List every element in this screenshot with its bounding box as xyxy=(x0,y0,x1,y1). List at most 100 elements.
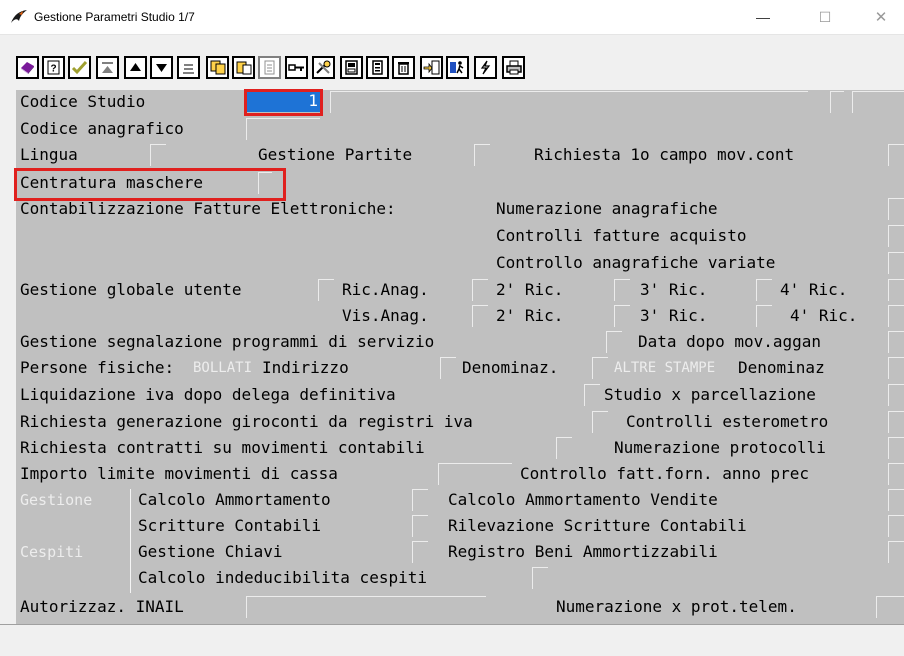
studio-parcellazione-field[interactable] xyxy=(888,384,904,406)
help-button[interactable]: ? xyxy=(42,56,65,79)
numerazione-protocolli-label: Numerazione protocolli xyxy=(614,438,826,457)
previous-record-button[interactable] xyxy=(124,56,147,79)
run-button[interactable] xyxy=(446,56,469,79)
rilevazione-scritture-field[interactable] xyxy=(888,515,904,537)
export-icon xyxy=(423,60,440,75)
calcolo-indeducibilita-field[interactable] xyxy=(532,567,548,589)
richiesta-giroconti-field[interactable] xyxy=(592,411,608,433)
gestione-segnalazione-field[interactable] xyxy=(606,331,622,353)
calcolo-ammortamento-field[interactable] xyxy=(412,489,428,511)
tools-button[interactable] xyxy=(312,56,335,79)
controlli-esterometro-field[interactable] xyxy=(888,411,904,433)
close-button[interactable]: ✕ xyxy=(858,0,904,34)
registro-beni-field[interactable] xyxy=(888,541,904,563)
altre-stampe-label: ALTRE STAMPE xyxy=(614,360,716,376)
vis-4-label: 4' Ric. xyxy=(790,306,858,325)
studio-parcellazione-label: Studio x parcellazione xyxy=(604,385,816,404)
paste-icon xyxy=(236,61,251,75)
codice-anagrafico-input[interactable] xyxy=(246,118,320,140)
key-icon xyxy=(288,64,304,71)
copy-button[interactable] xyxy=(206,56,229,79)
maximize-button[interactable]: ☐ xyxy=(802,0,848,34)
print-button[interactable] xyxy=(502,56,525,79)
vis-anag-field[interactable] xyxy=(472,305,488,327)
codice-anagrafico-label: Codice anagrafico xyxy=(20,119,184,138)
centratura-maschere-field[interactable] xyxy=(258,172,272,194)
ric-anag-field[interactable] xyxy=(472,279,488,301)
ric-4-field[interactable] xyxy=(888,279,904,301)
controllo-fatt-forn-label: Controllo fatt.forn. anno prec xyxy=(520,464,809,483)
denominaz-2-field[interactable] xyxy=(888,357,904,379)
last-icon xyxy=(183,64,194,74)
paste-button[interactable] xyxy=(232,56,255,79)
document-icon xyxy=(264,60,275,75)
first-record-button[interactable] xyxy=(96,56,119,79)
key-button[interactable] xyxy=(285,56,308,79)
data-dopo-mov-field[interactable] xyxy=(888,331,904,353)
lingua-field[interactable] xyxy=(150,144,166,166)
ric-4-label: 4' Ric. xyxy=(780,280,848,299)
numerazione-prot-telem-field[interactable] xyxy=(876,596,904,618)
ric-3-label: 3' Ric. xyxy=(640,280,708,299)
export-button[interactable] xyxy=(420,56,443,79)
numerazione-protocolli-field[interactable] xyxy=(888,437,904,459)
controllo-anagrafiche-variate-field[interactable] xyxy=(888,252,904,274)
numerazione-anagrafiche-label: Numerazione anagrafiche xyxy=(496,199,718,218)
richiesta-primo-campo-field[interactable] xyxy=(888,144,904,166)
lightning-button[interactable] xyxy=(474,56,497,79)
vis-2-field[interactable] xyxy=(614,305,630,327)
richiesta-contratti-field[interactable] xyxy=(556,437,572,459)
liquidazione-iva-label: Liquidazione iva dopo delega definitiva xyxy=(20,385,396,404)
richiesta-giroconti-label: Richiesta generazione giroconti da regis… xyxy=(20,412,473,431)
indirizzo-field[interactable] xyxy=(440,357,456,379)
vis-2-label: 2' Ric. xyxy=(496,306,564,325)
ric-2-label: 2' Ric. xyxy=(496,280,564,299)
importo-limite-input[interactable] xyxy=(438,463,512,485)
document-button[interactable] xyxy=(258,56,281,79)
numerazione-anagrafiche-field[interactable] xyxy=(888,198,904,220)
calculator-button[interactable] xyxy=(366,56,389,79)
gestione-side-label: Gestione xyxy=(20,491,93,509)
denominaz-field[interactable] xyxy=(592,357,608,379)
last-record-button[interactable] xyxy=(177,56,200,79)
liquidazione-iva-field[interactable] xyxy=(584,384,600,406)
trash-icon xyxy=(398,62,409,75)
numerazione-prot-telem-label: Numerazione x prot.telem. xyxy=(556,597,797,616)
scritture-contabili-label: Scritture Contabili xyxy=(138,516,322,535)
next-record-button[interactable] xyxy=(150,56,173,79)
autorizzaz-inail-label: Autorizzaz. INAIL xyxy=(20,597,184,616)
app-logo-icon xyxy=(11,10,27,23)
controllo-fatt-forn-field[interactable] xyxy=(888,463,904,485)
codice-studio-description-field[interactable] xyxy=(330,91,808,113)
vis-3-field[interactable] xyxy=(756,305,772,327)
controlli-fatture-acquisto-field[interactable] xyxy=(888,225,904,247)
ric-2-field[interactable] xyxy=(614,279,630,301)
tools-icon xyxy=(316,60,331,74)
minimize-button[interactable]: — xyxy=(740,0,786,34)
save-button[interactable] xyxy=(340,56,363,79)
calcolo-ammortamento-label: Calcolo Ammortamento xyxy=(138,490,331,509)
gestione-chiavi-field[interactable] xyxy=(412,541,428,563)
codice-studio-extra-field[interactable] xyxy=(852,91,904,113)
calcolo-indeducibilita-label: Calcolo indeducibilita cespiti xyxy=(138,568,427,587)
confirm-button[interactable] xyxy=(68,56,91,79)
scritture-contabili-field[interactable] xyxy=(412,515,428,537)
data-dopo-mov-label: Data dopo mov.aggan xyxy=(638,332,822,351)
controllo-anagrafiche-variate-label: Controllo anagrafiche variate xyxy=(496,253,776,272)
gestione-globale-utente-field[interactable] xyxy=(318,279,334,301)
title-bar: Gestione Parametri Studio 1/7 — ☐ ✕ xyxy=(0,0,904,35)
book-button[interactable] xyxy=(16,56,39,79)
richiesta-contratti-label: Richiesta contratti su movimenti contabi… xyxy=(20,438,425,457)
gestione-partite-field[interactable] xyxy=(474,144,490,166)
autorizzaz-inail-input[interactable] xyxy=(246,596,486,618)
codice-studio-flag-field[interactable] xyxy=(830,91,844,113)
ric-3-field[interactable] xyxy=(756,279,772,301)
window-title: Gestione Parametri Studio 1/7 xyxy=(34,10,195,24)
delete-button[interactable] xyxy=(392,56,415,79)
cespiti-separator xyxy=(130,489,131,593)
controlli-fatture-acquisto-label: Controlli fatture acquisto xyxy=(496,226,747,245)
minimize-icon: — xyxy=(756,9,770,25)
vis-4-field[interactable] xyxy=(888,305,904,327)
calcolo-ammortamento-vendite-field[interactable] xyxy=(888,489,904,511)
codice-studio-input[interactable]: 1 xyxy=(246,90,322,112)
